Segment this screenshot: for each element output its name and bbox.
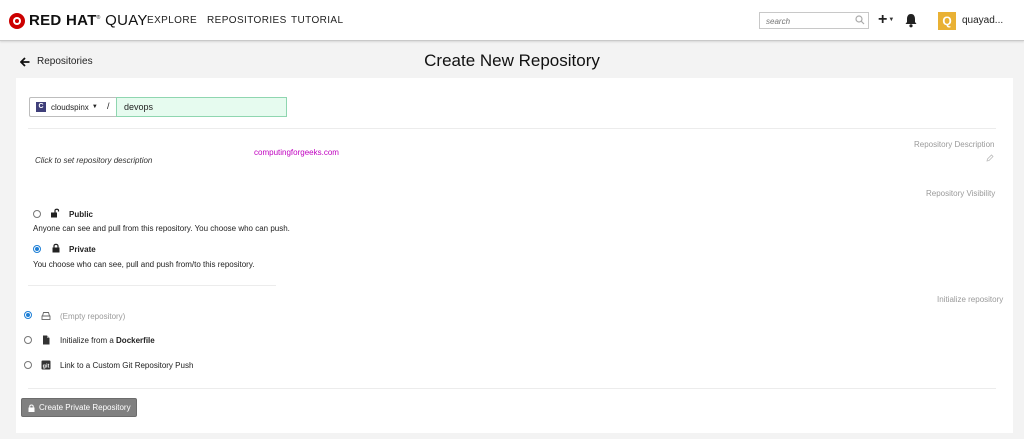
search-input[interactable] <box>760 14 850 29</box>
pencil-icon[interactable] <box>986 154 994 162</box>
namespace-dropdown[interactable]: C cloudspinx ▼ <box>29 97 118 117</box>
repository-name-input[interactable] <box>116 97 287 117</box>
private-option-title: Private <box>69 245 96 254</box>
user-avatar[interactable]: Q <box>938 12 956 30</box>
create-repository-form: C cloudspinx ▼ / Repository Description … <box>16 78 1013 433</box>
create-new-menu-button[interactable]: + ▼ <box>878 11 898 29</box>
search-box <box>759 12 869 29</box>
divider <box>28 388 996 389</box>
nav-explore[interactable]: EXPLORE <box>147 15 197 26</box>
dockerfile-label-prefix: Initialize from a <box>60 336 117 345</box>
public-option-title: Public <box>69 210 94 219</box>
create-private-repository-button[interactable]: Create Private Repository <box>21 398 137 417</box>
namespace-separator: / <box>107 101 110 111</box>
visibility-section-label: Repository Visibility <box>926 189 996 198</box>
watermark-text: computingforgeeks.com <box>254 148 339 157</box>
repository-description-editor[interactable]: Click to set repository description <box>35 156 152 165</box>
username-menu[interactable]: quayad... <box>962 15 1003 26</box>
nav-repositories[interactable]: REPOSITORIES <box>207 15 287 26</box>
caret-down-icon: ▼ <box>888 17 895 23</box>
svg-text:git: git <box>43 363 50 369</box>
notifications-bell-icon[interactable] <box>904 13 918 28</box>
search-icon[interactable] <box>855 15 865 25</box>
dockerfile-label: Initialize from a Dockerfile <box>60 336 155 345</box>
file-icon <box>43 335 50 345</box>
unlock-icon <box>51 208 60 218</box>
private-option-description: You choose who can see, pull and push fr… <box>33 260 255 269</box>
namespace-avatar: C <box>36 102 46 112</box>
page-title: Create New Repository <box>424 51 600 70</box>
empty-repository-label: (Empty repository) <box>60 312 126 321</box>
description-section-label: Repository Description <box>914 140 995 149</box>
top-navbar: RED HAT® QUAY EXPLORE REPOSITORIES TUTOR… <box>0 0 1024 41</box>
divider <box>28 285 276 286</box>
lock-icon <box>52 243 60 253</box>
create-button-label: Create Private Repository <box>39 403 131 412</box>
lock-icon <box>28 403 35 412</box>
drive-icon <box>41 312 51 320</box>
dockerfile-radio[interactable] <box>24 336 32 344</box>
plus-icon: + <box>878 11 888 28</box>
custom-git-radio[interactable] <box>24 361 32 369</box>
logo-product-text: QUAY <box>105 12 148 29</box>
git-icon: git <box>41 360 51 370</box>
red-hat-quay-logo[interactable]: RED HAT® QUAY <box>9 12 148 29</box>
private-visibility-radio[interactable] <box>33 245 41 253</box>
public-visibility-radio[interactable] <box>33 210 41 218</box>
custom-git-label: Link to a Custom Git Repository Push <box>60 361 194 370</box>
quay-logo-icon <box>9 12 25 29</box>
logo-brand-text: RED HAT <box>29 12 97 29</box>
initialize-section-label: Initialize repository <box>937 295 1004 304</box>
empty-repository-radio[interactable] <box>24 311 32 319</box>
public-option-description: Anyone can see and pull from this reposi… <box>33 224 290 233</box>
caret-down-icon: ▼ <box>91 104 98 110</box>
divider <box>28 128 996 129</box>
namespace-label: cloudspinx <box>51 102 89 112</box>
dockerfile-label-bold: Dockerfile <box>116 336 155 345</box>
nav-tutorial[interactable]: TUTORIAL <box>291 15 343 26</box>
